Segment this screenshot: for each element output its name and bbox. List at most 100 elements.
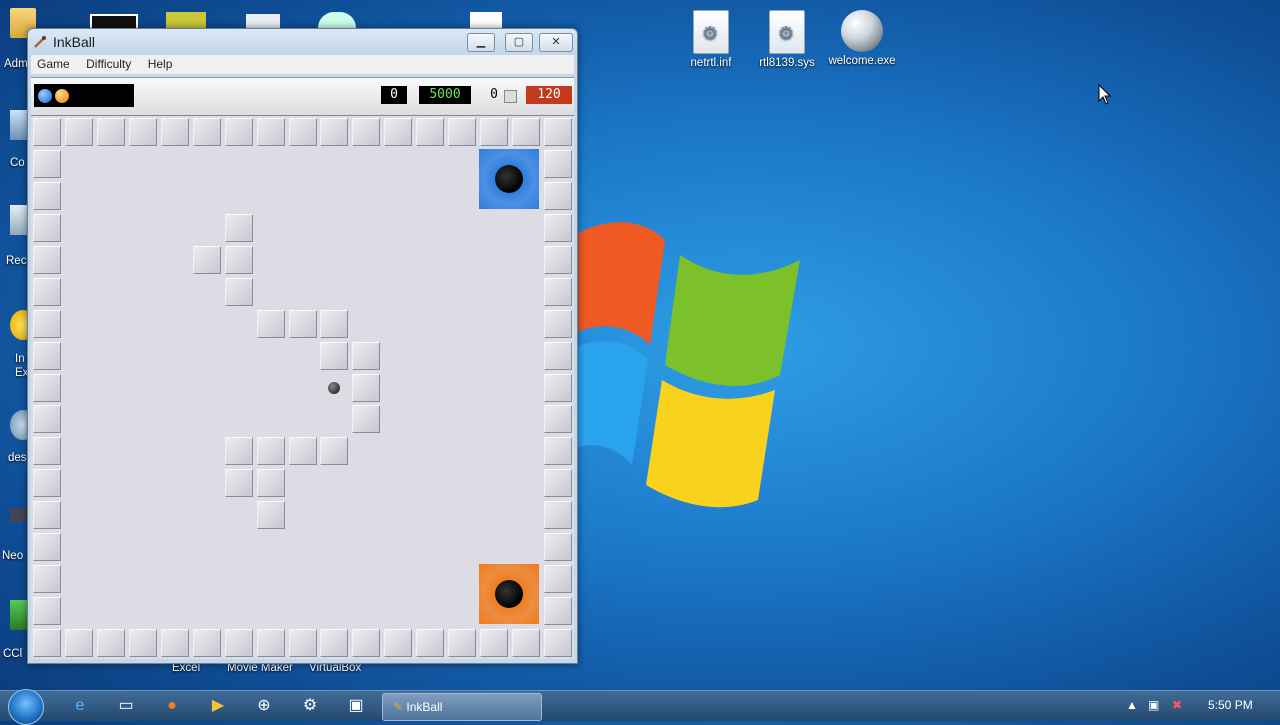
inkball-app-icon: [34, 36, 46, 48]
wall-tile: [160, 629, 189, 658]
menu-help[interactable]: Help: [142, 55, 179, 74]
network-icon[interactable]: ⊕: [252, 695, 276, 717]
game-board[interactable]: [31, 116, 574, 659]
wall-tile: [544, 341, 573, 370]
score-bar: 0 5000 0 120: [31, 77, 574, 116]
wall-tile: [192, 118, 221, 146]
desktop-label-des[interactable]: des: [8, 452, 27, 464]
window-icon[interactable]: ▣: [344, 695, 368, 717]
wall-tile: [33, 309, 61, 338]
wall-tile: [33, 118, 61, 146]
file-icon[interactable]: [470, 12, 502, 28]
wall-tile: [33, 341, 61, 370]
close-button[interactable]: ✕: [539, 33, 573, 52]
desktop-icon-rtl8139[interactable]: rtl8139.sys: [748, 10, 826, 69]
wall-tile: [33, 405, 61, 434]
taskbar: e ▭ ● ▶ ⊕ ⚙ ▣ ✎ InkBall ▲ ▣ ✖ 5:50 PM: [0, 689, 1280, 725]
title-bar[interactable]: InkBall ▁ ▢ ✕: [28, 29, 577, 55]
taskbar-task-label: InkBall: [406, 700, 443, 714]
wall-tile: [224, 437, 253, 466]
desktop-icon-welcome[interactable]: welcome.exe: [823, 10, 901, 67]
ball-queue: [34, 84, 134, 107]
globe-icon: [841, 10, 883, 52]
queue-ball-orange: [55, 89, 69, 103]
app-icon[interactable]: [166, 12, 206, 28]
wall-tile: [320, 341, 349, 370]
wall-tile: [33, 565, 61, 594]
wall-tile: [33, 149, 61, 178]
wall-tile: [544, 565, 573, 594]
wall-tile: [544, 533, 573, 562]
wall-tile: [384, 118, 413, 146]
wall-tile: [544, 118, 573, 146]
app-icon[interactable]: [246, 14, 280, 28]
media-player-icon[interactable]: ▶: [206, 695, 230, 717]
file-gear-icon: [693, 10, 729, 54]
file-gear-icon: [769, 10, 805, 54]
wall-tile: [416, 118, 445, 146]
wall-tile: [288, 118, 317, 146]
wall-tile: [33, 373, 61, 402]
wall-tile: [544, 213, 573, 242]
explorer-icon[interactable]: ▭: [114, 695, 138, 717]
wall-tile: [544, 277, 573, 306]
wall-tile: [256, 501, 285, 530]
desktop-icon-label: welcome.exe: [828, 55, 896, 67]
high-score-display: 5000: [419, 86, 471, 104]
wall-tile: [448, 629, 477, 658]
inkball-window: InkBall ▁ ▢ ✕ Game Difficulty Help 0 500…: [27, 28, 578, 664]
wall-tile: [544, 629, 573, 658]
wall-tile: [33, 501, 61, 530]
wall-tile: [33, 213, 61, 242]
wall-tile: [224, 213, 253, 242]
wall-tile: [320, 309, 349, 338]
clock[interactable]: 5:50 PM: [1208, 698, 1253, 712]
wall-tile: [96, 629, 125, 658]
windows-logo-wallpaper: [570, 222, 800, 508]
ie-icon[interactable]: e: [68, 695, 92, 717]
wall-tile: [544, 469, 573, 498]
inkball-app-icon: ✎: [393, 700, 404, 714]
network-tray-icon[interactable]: ▣: [1148, 698, 1159, 712]
wall-tile: [480, 118, 509, 146]
wall-tile: [224, 469, 253, 498]
desktop-label-admin[interactable]: Adm: [4, 58, 28, 70]
grey-ball: [328, 381, 341, 394]
wall-tile: [256, 118, 285, 146]
balls-sunk-count: 0: [490, 87, 498, 102]
desktop-label-neo[interactable]: Neo: [2, 550, 23, 562]
tools-icon[interactable]: ⚙: [298, 695, 322, 717]
wall-tile: [384, 629, 413, 658]
tray-expand-icon[interactable]: ▲: [1126, 698, 1138, 712]
wall-tile: [224, 629, 253, 658]
menu-game[interactable]: Game: [31, 55, 76, 74]
wall-tile: [544, 149, 573, 178]
wall-tile: [224, 245, 253, 274]
hole-pit-icon: [495, 580, 524, 609]
app-icon[interactable]: [318, 12, 356, 28]
maximize-button[interactable]: ▢: [505, 33, 533, 52]
hole-pit-icon: [495, 164, 524, 193]
firefox-icon[interactable]: ●: [160, 695, 184, 717]
timer-display: 120: [526, 86, 572, 104]
desktop-label-computer[interactable]: Co: [10, 157, 25, 169]
desktop-label-recycle[interactable]: Rec: [6, 255, 26, 267]
wall-tile: [128, 629, 157, 658]
wall-tile: [224, 118, 253, 146]
wall-tile: [33, 629, 61, 658]
wall-tile: [544, 405, 573, 434]
sunk-box-icon: [504, 90, 517, 103]
menu-difficulty[interactable]: Difficulty: [80, 55, 137, 74]
minimize-button[interactable]: ▁: [467, 33, 495, 52]
wall-tile: [512, 629, 541, 658]
wall-tile: [544, 309, 573, 338]
wall-tile: [544, 437, 573, 466]
menu-bar: Game Difficulty Help: [31, 55, 574, 74]
desktop-icon-netrtl[interactable]: netrtl.inf: [672, 10, 750, 69]
desktop-label-ie[interactable]: In: [15, 353, 25, 365]
wall-tile: [352, 373, 381, 402]
volume-muted-icon[interactable]: ✖: [1172, 698, 1182, 712]
desktop-label-ccl[interactable]: CCl: [3, 648, 22, 660]
taskbar-inkball[interactable]: ✎ InkBall: [382, 693, 542, 721]
wall-tile: [288, 437, 317, 466]
